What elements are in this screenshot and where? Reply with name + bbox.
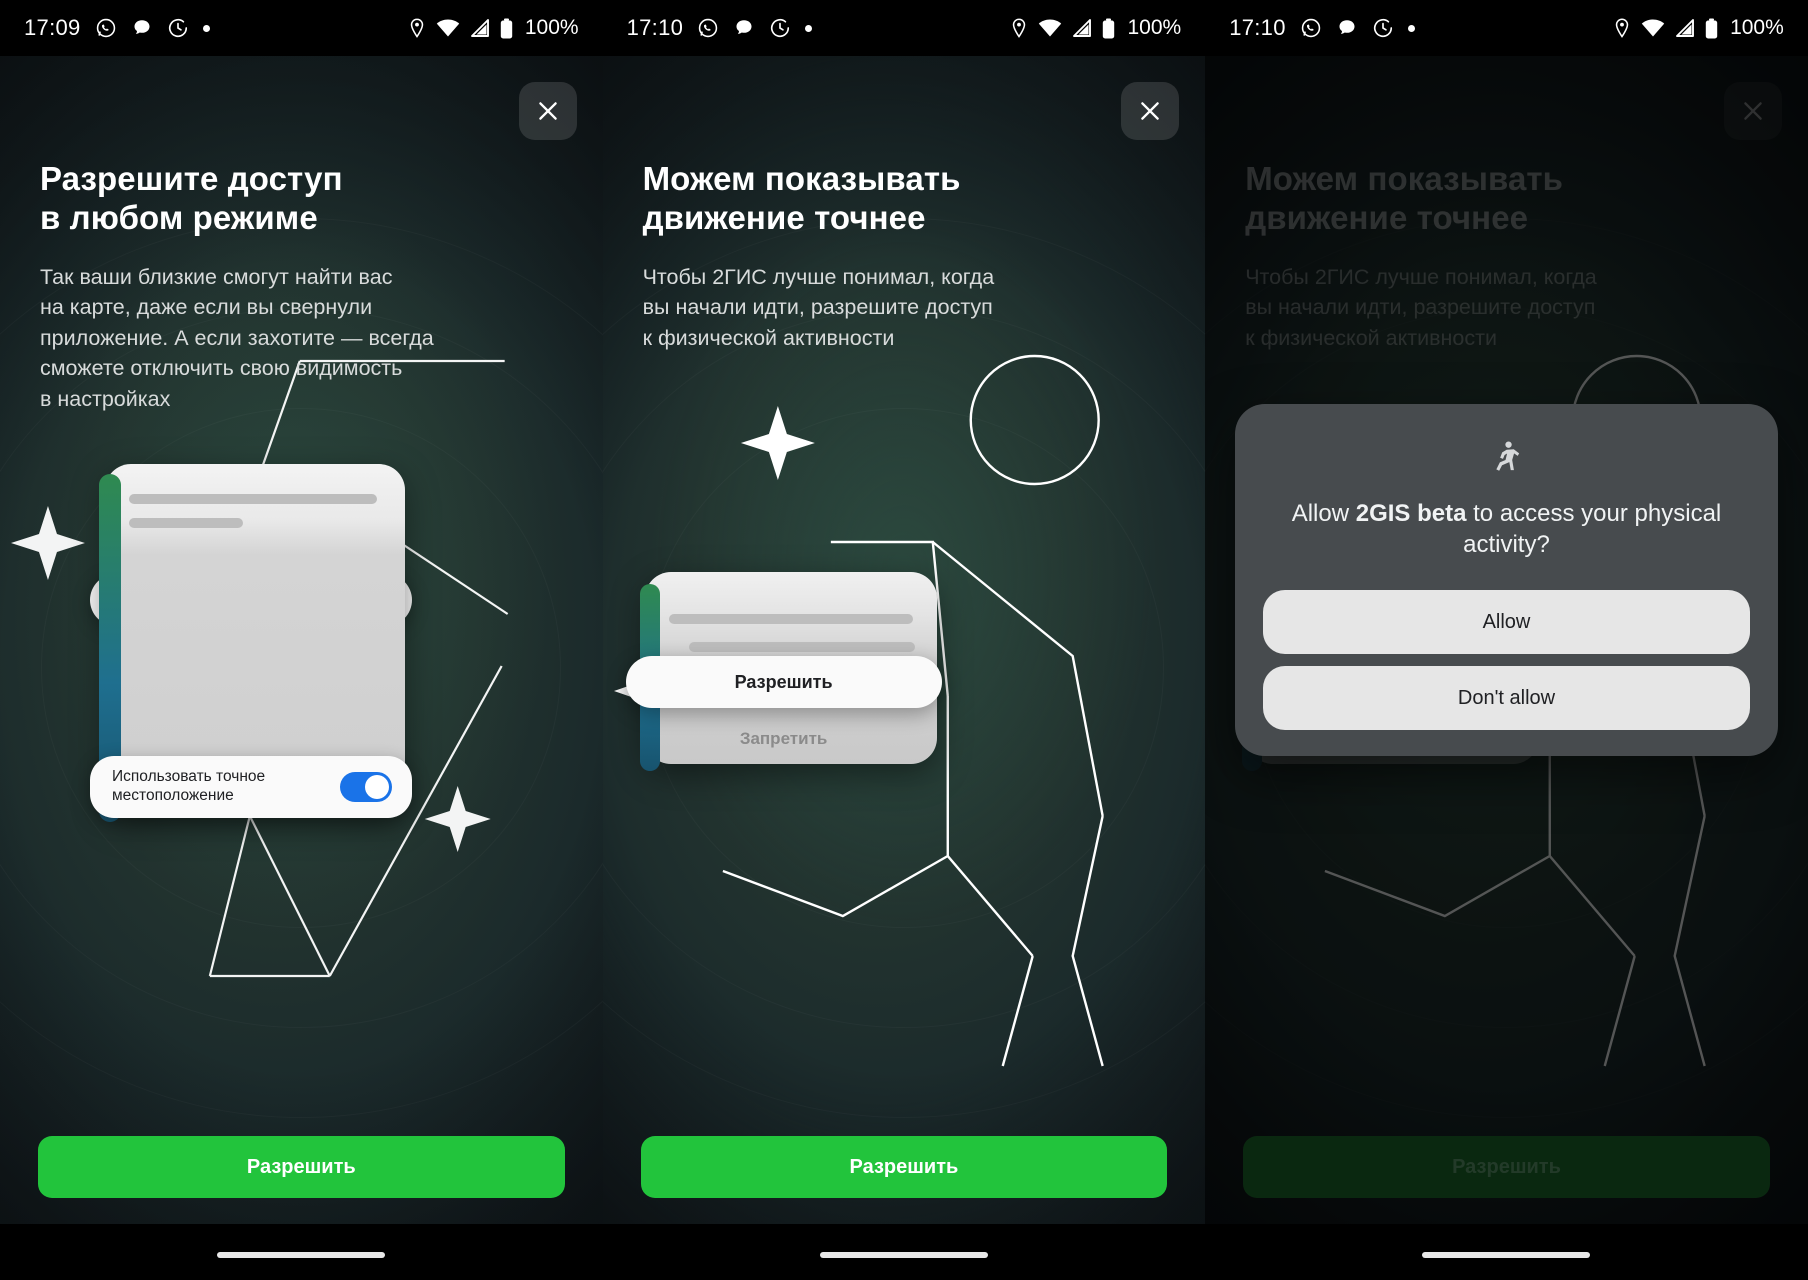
- screen-2-body: Можем показывать движение точнее Чтобы 2…: [602, 56, 1206, 1280]
- primary-allow-button[interactable]: Разрешить: [640, 1136, 1168, 1198]
- page-subtitle: Так ваши близкие смогут найти вас на кар…: [40, 264, 434, 411]
- status-time: 17:09: [24, 15, 81, 40]
- battery-icon: [1705, 18, 1718, 39]
- screen-2-copy: Можем показывать движение точнее Чтобы 2…: [643, 160, 1146, 353]
- clock-check-icon: [167, 17, 189, 39]
- messages-icon: [131, 17, 153, 39]
- battery-icon: [1102, 18, 1115, 39]
- status-bar-2: 17:10 100%: [602, 0, 1206, 56]
- messages-icon: [733, 17, 755, 39]
- status-bar-1: 17:09 100%: [0, 0, 603, 56]
- whatsapp-icon: [95, 17, 117, 39]
- phone-screen-3: 17:10 100% Allow 2GIS beta to access you…: [1205, 0, 1808, 1280]
- status-time: 17:10: [1229, 15, 1286, 40]
- gesture-bar[interactable]: [1422, 1252, 1591, 1258]
- dialog-deny-button[interactable]: Don't allow: [1263, 666, 1750, 731]
- dialog-allow-button[interactable]: Allow: [1263, 590, 1750, 655]
- page-title: Разрешите доступ в любом режиме: [40, 160, 343, 236]
- location-pin-icon: [1613, 18, 1631, 38]
- mock-allow-button[interactable]: Разрешить: [625, 656, 942, 708]
- close-icon: [1141, 102, 1159, 120]
- battery-percent: 100%: [524, 16, 579, 39]
- page-subtitle: Чтобы 2ГИС лучше понимал, когда вы начал…: [642, 264, 995, 350]
- wifi-icon: [436, 18, 460, 38]
- gesture-bar[interactable]: [217, 1252, 386, 1258]
- precise-location-toggle-row[interactable]: Использовать точное местоположение: [90, 756, 412, 818]
- gesture-bar[interactable]: [819, 1252, 988, 1258]
- running-person-icon: [1263, 438, 1750, 476]
- dialog-title-after: to access your physical activity?: [1463, 500, 1722, 559]
- cellular-signal-icon: [1072, 18, 1092, 38]
- screen-3-body: Можем показывать движение точнее Чтобы 2…: [1205, 56, 1808, 1280]
- dot-icon: [805, 24, 813, 32]
- cellular-signal-icon: [470, 18, 490, 38]
- wifi-icon: [1641, 18, 1665, 38]
- battery-icon: [500, 18, 513, 39]
- wifi-icon: [1038, 18, 1062, 38]
- mock-deny-button[interactable]: Запретить: [648, 716, 920, 762]
- status-bar-3: 17:10 100%: [1205, 0, 1808, 56]
- dialog-title: Allow 2GIS beta to access your physical …: [1263, 498, 1750, 560]
- status-time: 17:10: [626, 15, 684, 40]
- primary-allow-button[interactable]: Разрешить: [38, 1136, 565, 1198]
- android-permission-dialog: Allow 2GIS beta to access your physical …: [1235, 404, 1778, 757]
- dialog-app-name: 2GIS beta: [1355, 500, 1467, 527]
- precise-location-switch[interactable]: [340, 772, 392, 802]
- location-pin-icon: [408, 18, 426, 38]
- battery-percent: 100%: [1730, 16, 1784, 39]
- close-icon: [538, 102, 557, 120]
- screenshot-triptych: 17:09 100% Разрешите доступ в любом режи…: [0, 0, 1808, 1280]
- whatsapp-icon: [1300, 17, 1322, 39]
- dot-icon: [202, 24, 210, 32]
- dialog-title-before: Allow: [1291, 500, 1356, 527]
- screen-1-body: Разрешите доступ в любом режиме Так ваши…: [0, 56, 603, 1280]
- close-button[interactable]: [1121, 82, 1180, 140]
- phone-screen-1: 17:09 100% Разрешите доступ в любом режи…: [0, 0, 603, 1280]
- location-pin-icon: [1010, 18, 1028, 38]
- close-button[interactable]: [518, 82, 577, 140]
- clock-check-icon: [1372, 17, 1394, 39]
- dot-icon: [1407, 24, 1415, 32]
- screen-1-copy: Разрешите доступ в любом режиме Так ваши…: [40, 160, 543, 414]
- page-title: Можем показывать движение точнее: [642, 160, 961, 236]
- phone-screen-2: 17:10 100% Можем показывать движение точ…: [602, 0, 1206, 1280]
- precise-location-label: Использовать точное местоположение: [112, 768, 266, 804]
- messages-icon: [1336, 17, 1358, 39]
- whatsapp-icon: [697, 17, 719, 39]
- cellular-signal-icon: [1675, 18, 1695, 38]
- battery-percent: 100%: [1127, 16, 1182, 39]
- clock-check-icon: [769, 17, 791, 39]
